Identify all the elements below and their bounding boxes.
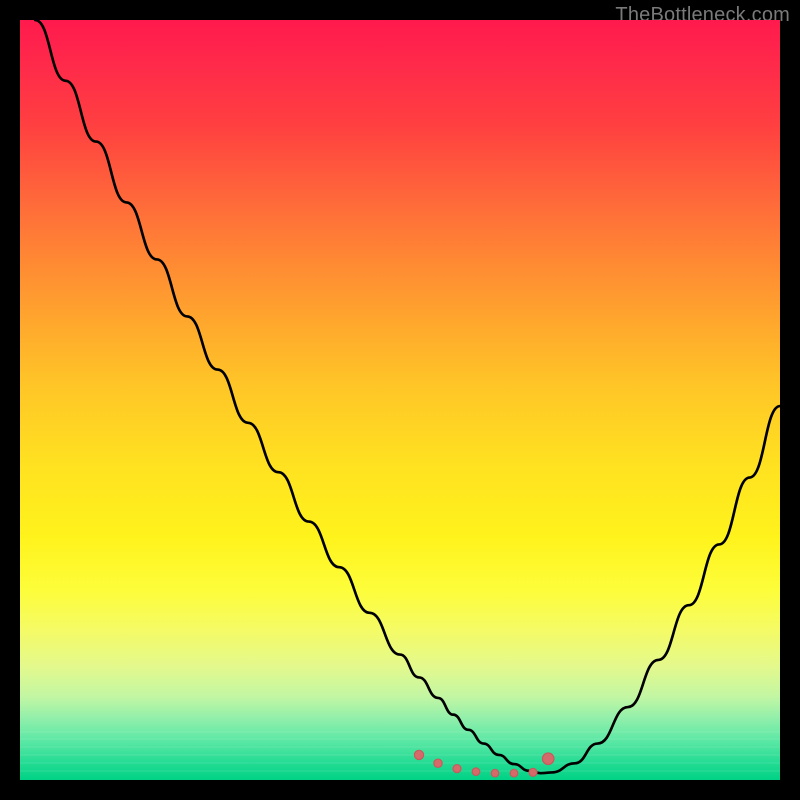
floor-dot: [434, 759, 442, 767]
floor-dot: [510, 769, 518, 777]
curve-layer: [20, 20, 780, 780]
floor-dot: [529, 768, 537, 776]
chart-stage: TheBottleneck.com: [0, 0, 800, 800]
floor-dot: [491, 769, 499, 777]
plot-area: [20, 20, 780, 780]
floor-dot: [472, 768, 480, 776]
floor-dot: [453, 765, 461, 773]
floor-dots-group: [414, 750, 554, 777]
floor-dot: [414, 750, 423, 759]
bottleneck-curve: [35, 20, 780, 773]
floor-dot: [542, 753, 554, 765]
